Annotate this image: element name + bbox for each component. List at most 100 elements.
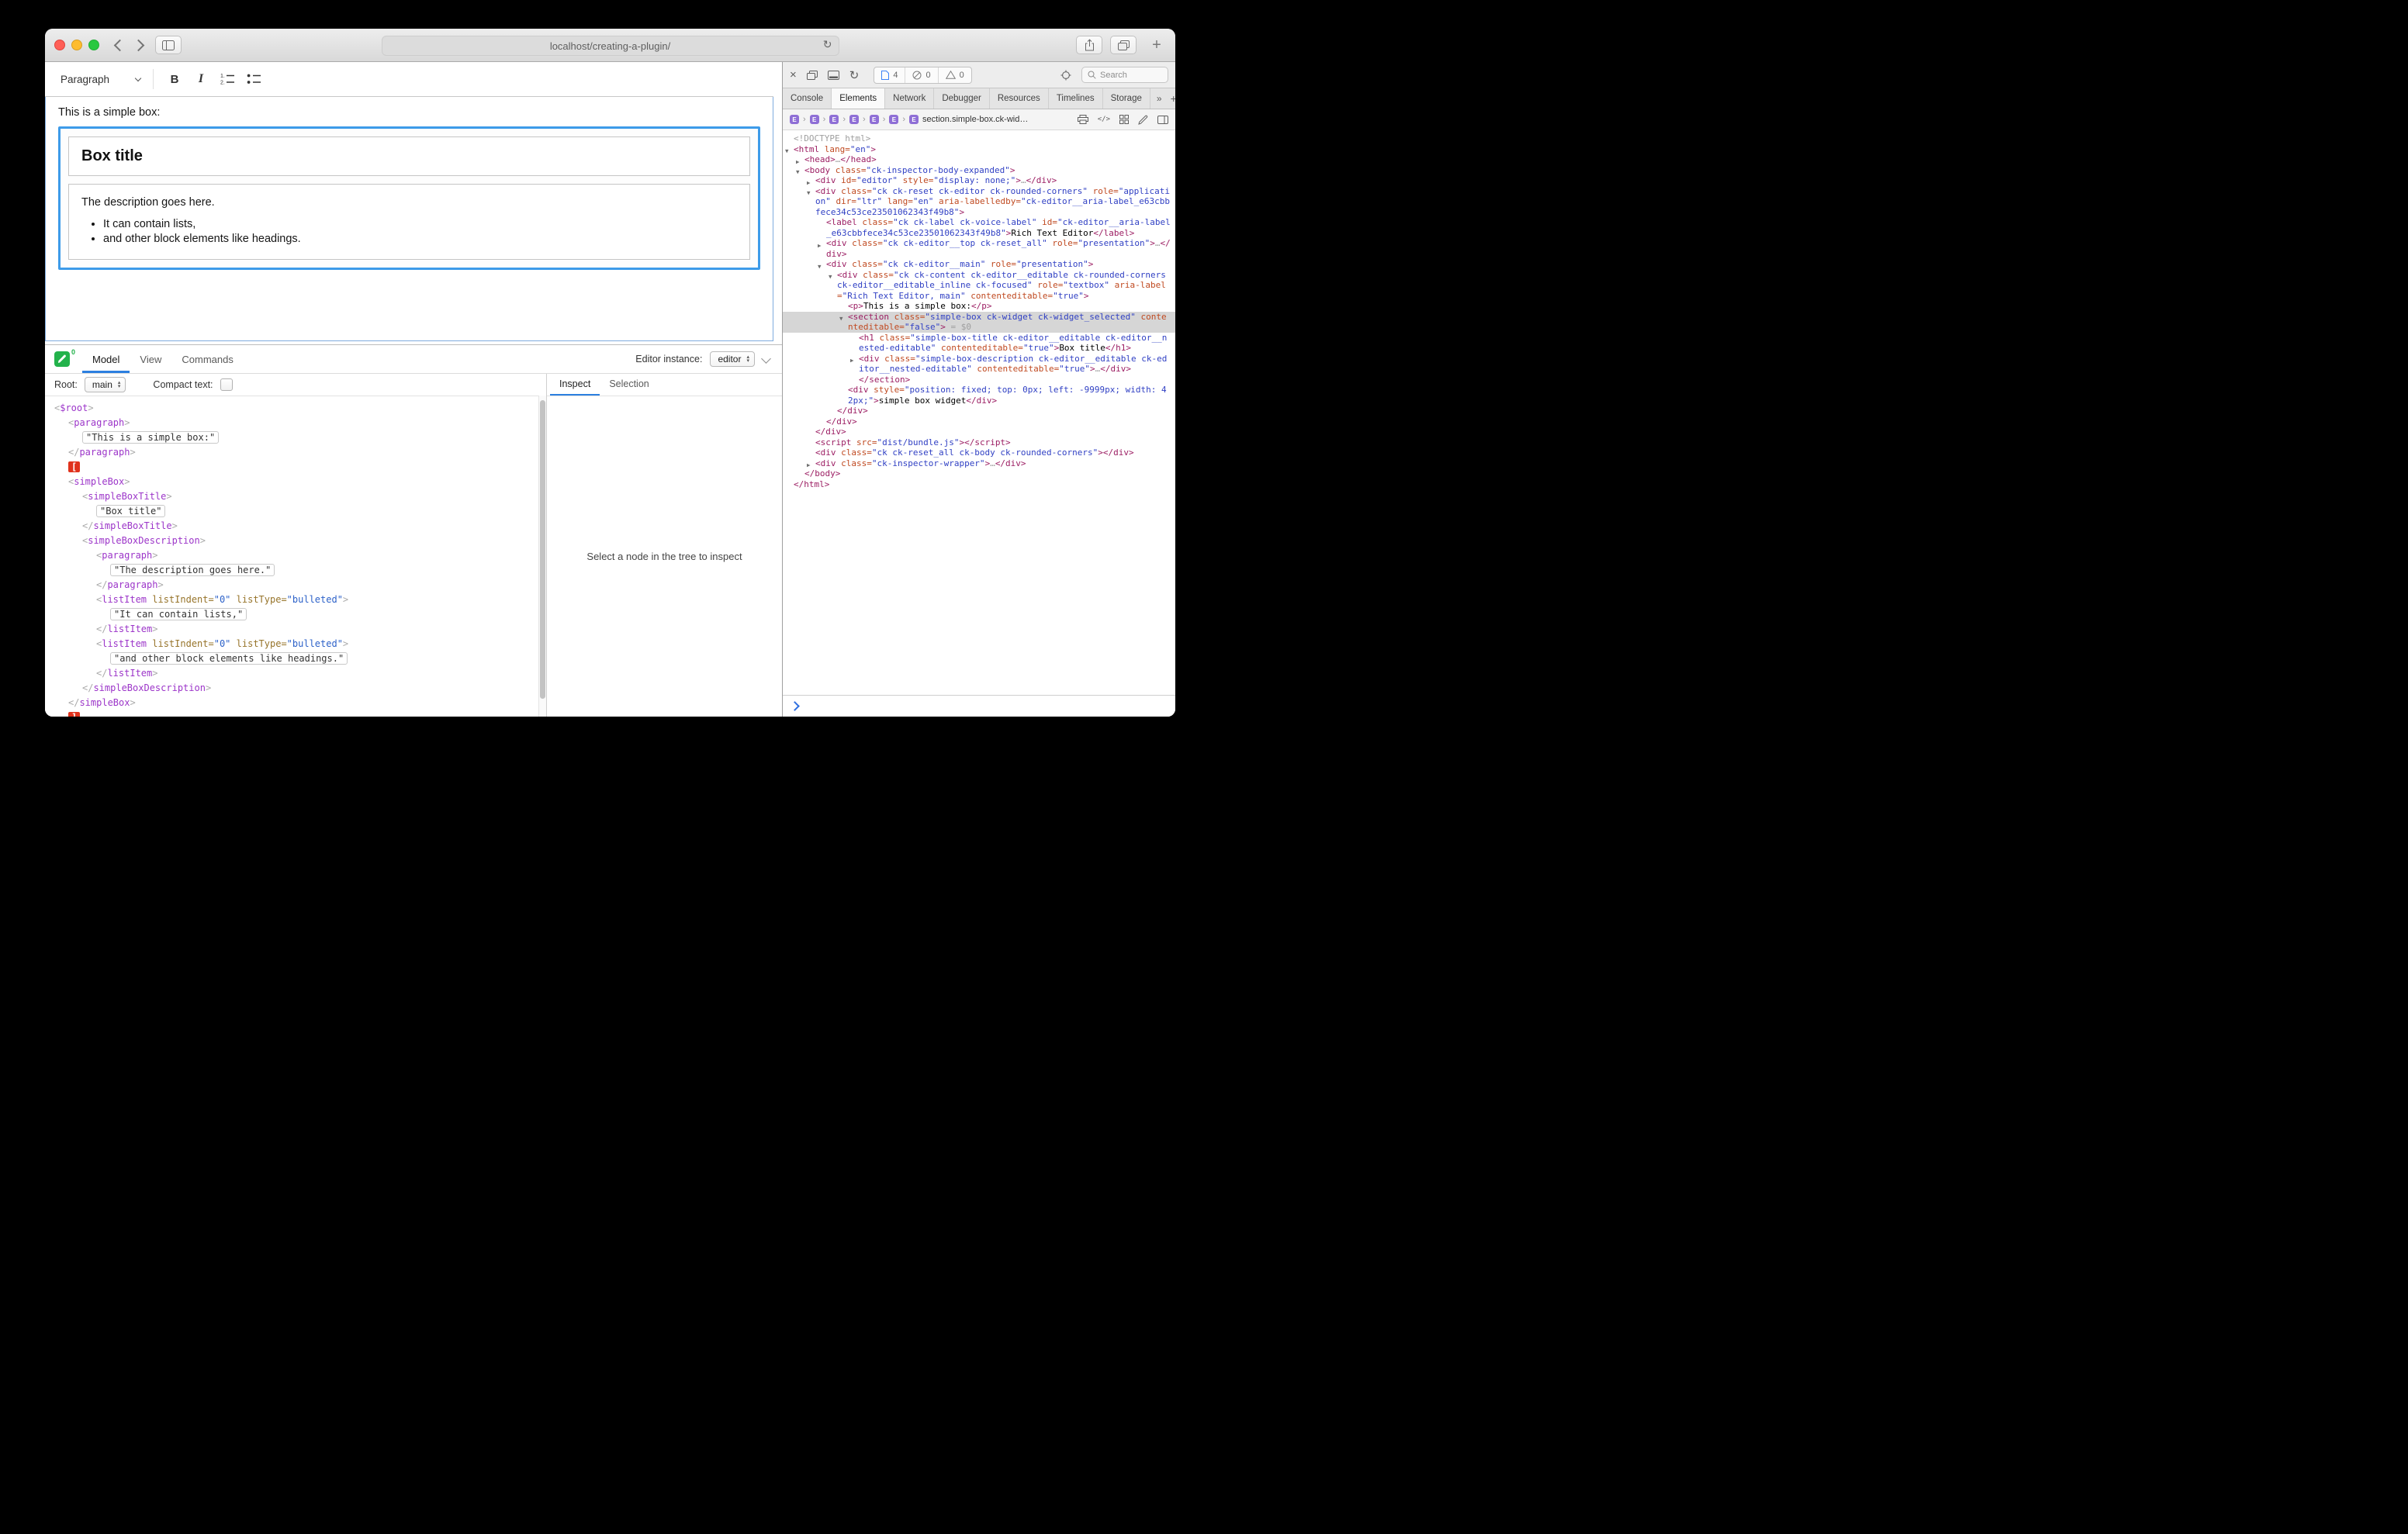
edit-html-button[interactable] [1138, 115, 1148, 125]
model-tree-line[interactable]: </simpleBoxDescription> [45, 681, 546, 696]
model-tree-line[interactable]: </listItem> [45, 666, 546, 681]
tab-selection[interactable]: Selection [600, 374, 658, 396]
paragraph-style-dropdown[interactable]: Paragraph [56, 71, 145, 88]
tab-inspect[interactable]: Inspect [550, 374, 600, 396]
dom-tree-line[interactable]: ▼<div class="ck ck-reset ck-editor ck-ro… [783, 186, 1175, 218]
model-tree-line[interactable]: </simpleBoxTitle> [45, 519, 546, 534]
tab-timelines[interactable]: Timelines [1049, 88, 1103, 109]
dom-tree-line[interactable]: <script src="dist/bundle.js"></script> [783, 437, 1175, 448]
model-tree-line[interactable]: </paragraph> [45, 578, 546, 593]
editor-content[interactable]: This is a simple box: Box title The desc… [45, 97, 773, 341]
address-bar[interactable]: localhost/creating-a-plugin/ ↻ [382, 36, 839, 56]
model-tree-line[interactable]: <listItem listIndent="0" listType="bulle… [45, 637, 546, 651]
share-button[interactable] [1076, 36, 1102, 54]
code-view-button[interactable]: </> [1098, 116, 1110, 123]
dom-tree-line[interactable]: ▶<div class="simple-box-description ck-e… [783, 354, 1175, 375]
model-tree-line[interactable]: "It can contain lists," [45, 607, 546, 622]
model-tree-line[interactable]: </simpleBox> [45, 696, 546, 710]
add-tab-button[interactable]: + [1171, 92, 1175, 105]
expand-arrow-icon[interactable]: ▶ [818, 240, 822, 251]
italic-button[interactable]: I [189, 67, 213, 91]
warnings-badge[interactable]: 0 [938, 67, 971, 83]
model-tree-line[interactable]: "and other block elements like headings.… [45, 651, 546, 666]
element-crumb-icon[interactable]: E [790, 115, 799, 124]
tab-commands[interactable]: Commands [171, 345, 243, 373]
collapse-arrow-icon[interactable]: ▼ [829, 271, 832, 282]
element-crumb-icon[interactable]: E [849, 115, 859, 124]
tab-console[interactable]: Console [783, 88, 832, 109]
zoom-window-button[interactable] [88, 40, 99, 50]
simple-box-widget[interactable]: Box title The description goes here. It … [58, 126, 760, 270]
model-tree-line[interactable]: "This is a simple box:" [45, 430, 546, 445]
dom-tree-line[interactable]: ▼<html lang="en"> [783, 144, 1175, 155]
element-crumb-icon[interactable]: E [870, 115, 879, 124]
model-tree-line[interactable]: [ [45, 460, 546, 475]
dom-tree-line[interactable]: <h1 class="simple-box-title ck-editor__e… [783, 333, 1175, 354]
dom-tree-line[interactable]: ▼<section class="simple-box ck-widget ck… [783, 312, 1175, 333]
grid-overlay-button[interactable] [1119, 115, 1129, 124]
dock-bottom-button[interactable] [828, 71, 839, 80]
tab-elements[interactable]: Elements [832, 88, 885, 109]
print-button[interactable] [1078, 115, 1088, 124]
tab-resources[interactable]: Resources [990, 88, 1049, 109]
model-tree-line[interactable]: <listItem listIndent="0" listType="bulle… [45, 593, 546, 607]
list-item[interactable]: It can contain lists, [103, 218, 737, 230]
new-tab-button[interactable]: + [1147, 36, 1166, 54]
close-devtools-button[interactable]: × [790, 68, 797, 81]
element-crumb-icon[interactable]: E [810, 115, 819, 124]
root-select[interactable]: main ▴▾ [85, 377, 126, 392]
element-crumb-icon[interactable]: E [909, 115, 919, 124]
tab-storage[interactable]: Storage [1103, 88, 1150, 109]
tab-debugger[interactable]: Debugger [934, 88, 990, 109]
dom-tree-line[interactable]: </div> [783, 406, 1175, 416]
dom-tree-line[interactable]: <p>This is a simple box:</p> [783, 301, 1175, 312]
minimize-window-button[interactable] [71, 40, 82, 50]
model-tree-line[interactable]: ] [45, 710, 546, 717]
search-input[interactable]: Search [1081, 67, 1168, 83]
tab-network[interactable]: Network [885, 88, 934, 109]
dom-tree-line[interactable]: </body> [783, 468, 1175, 479]
back-button[interactable] [110, 36, 129, 54]
dom-tree-line[interactable]: </html> [783, 479, 1175, 490]
sidebar-toggle-button[interactable] [155, 36, 182, 54]
scrollbar-thumb[interactable] [540, 400, 545, 699]
dock-side-button[interactable] [807, 71, 818, 80]
element-crumb-icon[interactable]: E [889, 115, 898, 124]
dom-tree-line[interactable]: </div> [783, 427, 1175, 437]
dom-tree-line[interactable]: ▼<body class="ck-inspector-body-expanded… [783, 165, 1175, 176]
dom-tree-line[interactable]: ▶<head>…</head> [783, 154, 1175, 165]
more-tabs-button[interactable]: » [1157, 93, 1162, 104]
model-tree-line[interactable]: </paragraph> [45, 445, 546, 460]
model-tree-line[interactable]: <simpleBoxTitle> [45, 489, 546, 504]
editor-instance-select[interactable]: editor ▴▾ [710, 351, 755, 367]
model-tree-line[interactable]: <simpleBox> [45, 475, 546, 489]
model-tree-line[interactable]: <simpleBoxDescription> [45, 534, 546, 548]
dom-tree-line[interactable]: ▼<div class="ck ck-editor__main" role="p… [783, 259, 1175, 270]
close-window-button[interactable] [54, 40, 65, 50]
resources-badge[interactable]: 4 [874, 67, 905, 83]
model-tree-line[interactable]: </listItem> [45, 622, 546, 637]
forward-button[interactable] [129, 36, 147, 54]
dom-tree-line[interactable]: ▶<div id="editor" style="display: none;"… [783, 175, 1175, 186]
dom-tree-line[interactable]: </section> [783, 375, 1175, 385]
model-tree-line[interactable]: <paragraph> [45, 548, 546, 563]
tab-model[interactable]: Model [82, 345, 130, 373]
tab-overview-button[interactable] [1110, 36, 1137, 54]
model-tree-line[interactable]: "Box title" [45, 504, 546, 519]
dom-tree-line[interactable]: <label class="ck ck-label ck-voice-label… [783, 217, 1175, 238]
selected-node-breadcrumb[interactable]: section.simple-box.ck-wid… [922, 115, 1028, 124]
expand-arrow-icon[interactable]: ▶ [850, 355, 854, 366]
dom-tree-line[interactable]: ▶<div class="ck ck-editor__top ck-reset_… [783, 238, 1175, 259]
element-picker-button[interactable] [1060, 70, 1071, 81]
dom-tree-line[interactable]: </div> [783, 416, 1175, 427]
model-tree-line[interactable]: <$root> [45, 401, 546, 416]
dom-tree-line[interactable]: <div style="position: fixed; top: 0px; l… [783, 385, 1175, 406]
collapse-inspector-button[interactable] [763, 352, 770, 366]
numbered-list-button[interactable]: 1.2. [216, 67, 239, 91]
dom-tree-line[interactable]: ▼<div class="ck ck-content ck-editor__ed… [783, 270, 1175, 302]
bulleted-list-button[interactable] [242, 67, 265, 91]
split-panel-button[interactable] [1157, 116, 1168, 124]
dom-tree-line[interactable]: <div class="ck ck-reset_all ck-body ck-r… [783, 447, 1175, 458]
box-description[interactable]: The description goes here. It can contai… [68, 184, 750, 260]
model-tree-line[interactable]: <paragraph> [45, 416, 546, 430]
